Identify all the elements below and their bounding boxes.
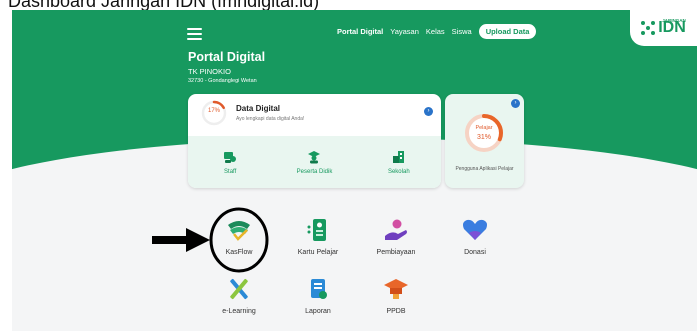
app-e-learning[interactable]: e-Learning: [207, 276, 271, 315]
app-screen: Portal Digital Yayasan Kelas Siswa Uploa…: [12, 10, 697, 331]
school-name: TK PINOKIO: [188, 67, 231, 76]
hamburger-menu-icon[interactable]: [187, 28, 202, 40]
brand-name: IDN JARINGAN: [658, 18, 686, 36]
app-ppdb[interactable]: PPDB: [364, 276, 428, 315]
pelajar-percent: 31%: [476, 134, 491, 141]
app-donasi[interactable]: Donasi: [443, 217, 507, 256]
data-digital-title: Data Digital: [236, 104, 281, 113]
data-digital-subtitle: Ayo lengkapi data digital Anda!: [236, 116, 305, 122]
staff-icon: [224, 151, 237, 163]
brand-logo[interactable]: IDN JARINGAN: [630, 10, 697, 46]
nav-siswa[interactable]: Siswa: [452, 27, 472, 36]
top-navigation: Portal Digital Yayasan Kelas Siswa Uploa…: [337, 24, 537, 39]
school-label: Sekolah: [387, 168, 410, 175]
nav-yayasan[interactable]: Yayasan: [390, 27, 419, 36]
chevron-right-icon[interactable]: ›: [424, 107, 433, 116]
student-card-icon: [307, 219, 326, 241]
brand-small-text: JARINGAN: [662, 18, 686, 23]
elearning-icon: [230, 278, 248, 300]
graduation-cap-icon: [384, 279, 408, 299]
nav-portal-digital[interactable]: Portal Digital: [337, 27, 383, 36]
pelajar-progress-ring: [465, 114, 503, 152]
app-kartu-pelajar-label: Kartu Pelajar: [297, 249, 339, 256]
app-laporan-label: Laporan: [305, 308, 331, 315]
school-item[interactable]: Sekolah: [364, 150, 434, 175]
pelajar-caption: Pengguna Aplikasi Pelajar: [455, 166, 514, 172]
app-pembiayaan[interactable]: Pembiayaan: [364, 217, 428, 256]
donation-heart-icon: [463, 219, 487, 240]
app-laporan[interactable]: Laporan: [286, 276, 350, 315]
app-e-learning-label: e-Learning: [222, 308, 256, 315]
app-ppdb-label: PPDB: [386, 308, 406, 315]
pointer-arrow-icon: [152, 228, 210, 252]
student-icon: [308, 150, 321, 163]
staff-label: Staff: [224, 168, 237, 175]
student-label: Peserta Didik: [296, 168, 333, 175]
app-kartu-pelajar[interactable]: Kartu Pelajar: [286, 217, 350, 256]
brand-dots-icon: [641, 21, 656, 35]
student-item[interactable]: Peserta Didik: [279, 150, 349, 175]
staff-item[interactable]: Staff: [195, 150, 265, 175]
app-pembiayaan-label: Pembiayaan: [376, 249, 416, 256]
page-title: Portal Digital: [188, 50, 266, 64]
highlight-circle: [209, 207, 269, 273]
upload-data-button[interactable]: Upload Data: [478, 24, 537, 39]
data-digital-percent: 17%: [207, 108, 220, 114]
financing-icon: [385, 219, 407, 240]
school-icon: [392, 150, 404, 163]
pelajar-label: Pelajar: [475, 125, 493, 131]
pelajar-card[interactable]: › Pelajar 31% Pengguna Aplikasi Pelajar: [445, 94, 524, 188]
data-digital-card[interactable]: 17% Data Digital Ayo lengkapi data digit…: [188, 94, 441, 188]
report-icon: [311, 279, 327, 299]
nav-kelas[interactable]: Kelas: [426, 27, 445, 36]
school-location: 32730 - Gondanglegi Wetan: [188, 78, 257, 84]
app-donasi-label: Donasi: [464, 249, 486, 256]
chevron-right-icon[interactable]: ›: [511, 99, 520, 108]
